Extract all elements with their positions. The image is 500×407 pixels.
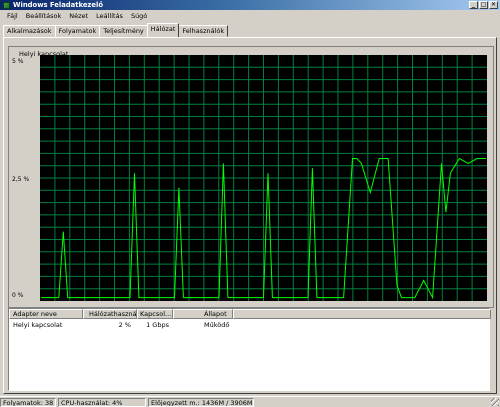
cell-adapter-name[interactable]: Helyi kapcsolat xyxy=(13,321,62,329)
title-bar: Windows Feladatkezelő _ □ ✕ xyxy=(0,0,500,10)
cell-usage: 2 % xyxy=(118,321,131,329)
tab-users[interactable]: Felhasználók xyxy=(178,25,229,37)
close-button[interactable]: ✕ xyxy=(489,1,498,9)
adapter-list[interactable]: Adapter neve Hálózathasználat Kapcsol...… xyxy=(8,308,491,391)
menu-view[interactable]: Nézet xyxy=(65,10,92,22)
col-header-adapter[interactable]: Adapter neve xyxy=(9,309,83,319)
status-memory: Előjegyzett m.: 1436M / 3906M xyxy=(148,398,254,407)
menu-bar: Fájl Beállítások Nézet Leállítás Súgó xyxy=(0,10,500,22)
cell-state: Működő xyxy=(204,321,230,329)
y-label-top: 5 % xyxy=(12,58,24,65)
network-usage-graph xyxy=(40,55,487,301)
y-label-bottom: 0 % xyxy=(12,292,24,299)
tab-performance[interactable]: Teljesítmény xyxy=(99,25,148,37)
tab-processes[interactable]: Folyamatok xyxy=(54,25,101,37)
menu-help[interactable]: Súgó xyxy=(127,10,151,22)
col-header-state[interactable]: Állapot xyxy=(173,309,233,319)
menu-shutdown[interactable]: Leállítás xyxy=(92,10,127,22)
minimize-button[interactable]: _ xyxy=(469,1,478,9)
tab-strip: Alkalmazások Folyamatok Teljesítmény Hál… xyxy=(3,23,229,37)
menu-file[interactable]: Fájl xyxy=(3,10,22,22)
graph-svg xyxy=(40,55,487,301)
status-bar: Folyamatok: 38 CPU-használat: 4% Előjegy… xyxy=(0,396,500,407)
tab-applications[interactable]: Alkalmazások xyxy=(3,25,56,37)
col-header-usage[interactable]: Hálózathasználat xyxy=(83,309,137,319)
window-title: Windows Feladatkezelő xyxy=(13,1,103,9)
status-processes: Folyamatok: 38 xyxy=(0,398,56,407)
status-cpu: CPU-használat: 4% xyxy=(58,398,146,407)
cell-speed: 1 Gbps xyxy=(146,321,169,329)
resize-grip[interactable] xyxy=(491,398,499,406)
maximize-button[interactable]: □ xyxy=(479,1,488,9)
tab-networking[interactable]: Hálózat xyxy=(146,23,180,37)
y-label-mid: 2,5 % xyxy=(12,176,30,183)
col-header-filler xyxy=(233,309,491,319)
col-header-speed[interactable]: Kapcsol... xyxy=(137,309,173,319)
menu-options[interactable]: Beállítások xyxy=(22,10,66,22)
task-manager-icon xyxy=(3,1,10,9)
